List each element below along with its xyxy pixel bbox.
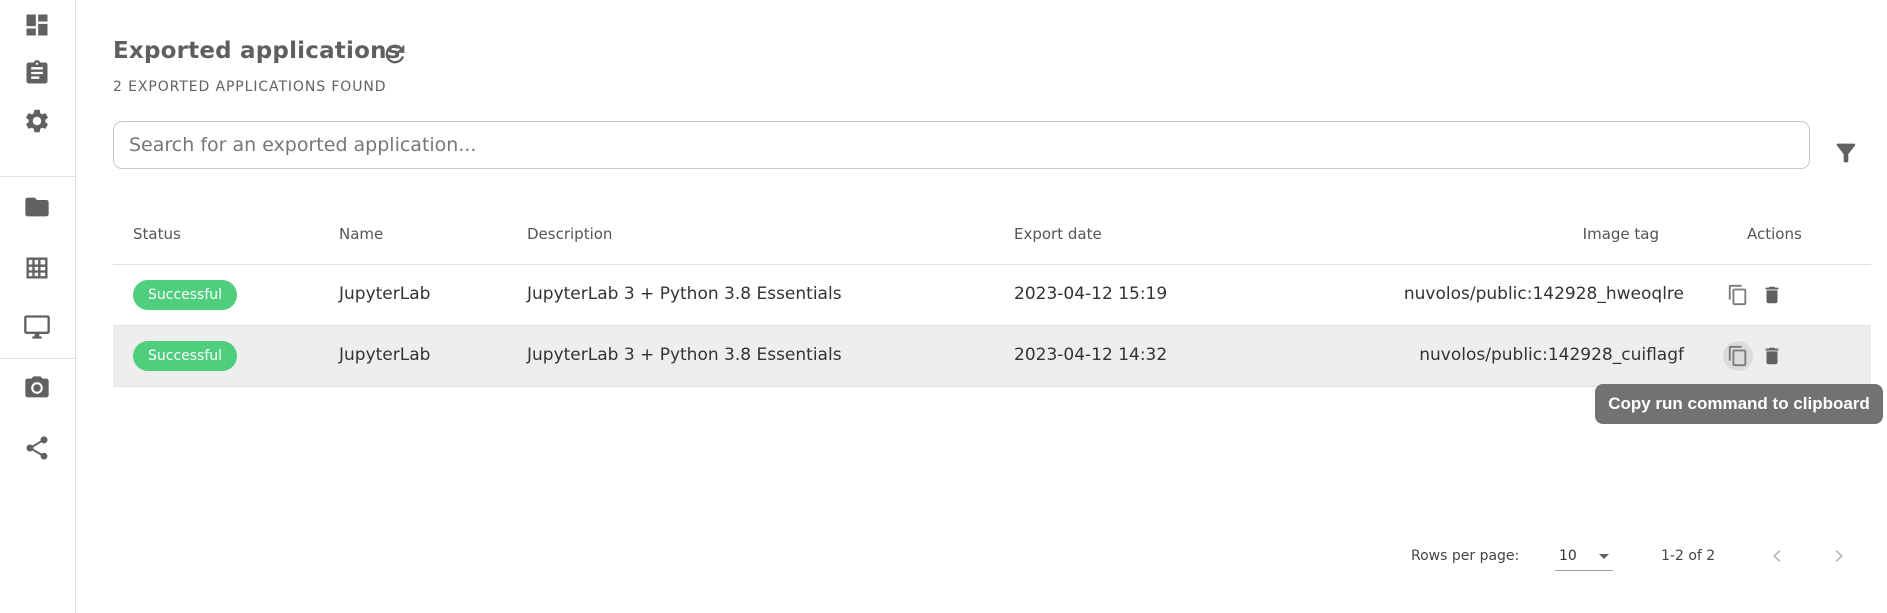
trash-icon	[1765, 286, 1779, 304]
column-header-status[interactable]: Status	[133, 225, 181, 243]
folder-icon[interactable]	[23, 193, 51, 221]
search-input[interactable]	[114, 122, 1809, 168]
image-tag-cell: nuvolos/public:142928_hweoqlre	[1403, 284, 1684, 304]
filter-button[interactable]	[1832, 139, 1860, 167]
table-row: Successful JupyterLab JupyterLab 3 + Pyt…	[113, 326, 1871, 387]
copy-icon	[1728, 345, 1747, 367]
sidebar-divider	[0, 176, 76, 177]
image-tag-cell: nuvolos/public:142928_cuiflagf	[1419, 345, 1684, 365]
delete-button[interactable]	[1757, 280, 1787, 310]
sidebar	[0, 0, 76, 613]
export-date-cell: 2023-04-12 14:32	[1014, 345, 1168, 365]
monitor-icon[interactable]	[23, 313, 51, 341]
description-cell: JupyterLab 3 + Python 3.8 Essentials	[527, 284, 842, 304]
search-field[interactable]	[113, 121, 1810, 169]
status-badge: Successful	[133, 280, 238, 310]
filter-icon	[1836, 143, 1856, 163]
column-header-actions: Actions	[1747, 225, 1802, 243]
rows-per-page-value: 10	[1559, 548, 1577, 564]
camera-icon[interactable]	[23, 374, 51, 402]
copy-run-command-button[interactable]	[1723, 341, 1753, 371]
copy-icon	[1728, 284, 1747, 306]
name-cell: JupyterLab	[339, 345, 431, 365]
next-page-button[interactable]	[1825, 542, 1853, 570]
table-row: Successful JupyterLab JupyterLab 3 + Pyt…	[113, 265, 1871, 326]
refresh-button[interactable]	[380, 39, 410, 69]
status-badge: Successful	[133, 341, 238, 371]
column-header-description[interactable]: Description	[527, 225, 612, 243]
dashboard-icon[interactable]	[23, 11, 51, 39]
trash-icon	[1765, 347, 1779, 365]
clipboard-icon[interactable]	[23, 59, 51, 87]
name-cell: JupyterLab	[339, 284, 431, 304]
export-date-cell: 2023-04-12 15:19	[1014, 284, 1168, 304]
column-header-image-tag[interactable]: Image tag	[1583, 225, 1659, 243]
sidebar-divider	[0, 358, 76, 359]
table-icon[interactable]	[23, 254, 51, 282]
exports-table: Status Name Description Export date Imag…	[113, 208, 1871, 571]
gear-icon[interactable]	[23, 107, 51, 135]
column-header-export-date[interactable]: Export date	[1014, 225, 1102, 243]
share-icon[interactable]	[23, 434, 51, 462]
chevron-down-icon	[1599, 554, 1609, 559]
description-cell: JupyterLab 3 + Python 3.8 Essentials	[527, 345, 842, 365]
column-header-name[interactable]: Name	[339, 225, 383, 243]
page-title: Exported applications	[113, 38, 401, 64]
copy-run-command-button[interactable]	[1723, 280, 1753, 310]
page-range: 1-2 of 2	[1661, 548, 1716, 564]
chevron-right-icon	[1835, 550, 1843, 562]
rows-per-page-select[interactable]: 10	[1555, 542, 1613, 571]
delete-button[interactable]	[1757, 341, 1787, 371]
pagination: Rows per page: 10 1-2 of 2	[113, 536, 1871, 576]
table-header: Status Name Description Export date Imag…	[113, 208, 1871, 265]
chevron-left-icon	[1773, 550, 1781, 562]
copy-command-tooltip: Copy run command to clipboard	[1595, 384, 1883, 424]
previous-page-button[interactable]	[1763, 542, 1791, 570]
results-count: 2 EXPORTED APPLICATIONS FOUND	[113, 79, 387, 95]
rows-per-page-label: Rows per page:	[1411, 548, 1520, 564]
refresh-icon	[385, 44, 405, 64]
